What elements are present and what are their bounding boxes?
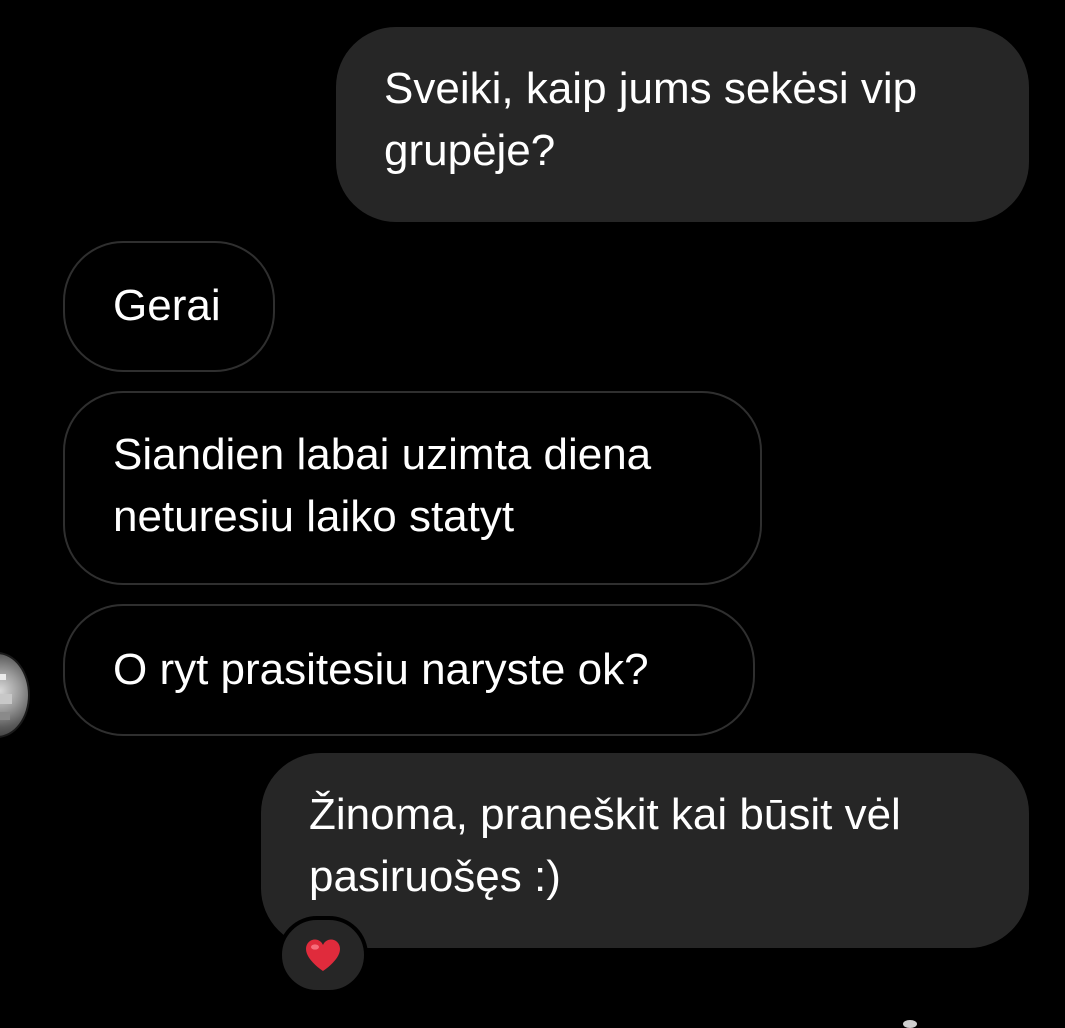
heart-icon: [304, 938, 342, 972]
incoming-message[interactable]: Siandien labai uzimta diena neturesiu la…: [63, 391, 762, 585]
outgoing-message[interactable]: Sveiki, kaip jums sekėsi vip grupėje?: [336, 27, 1029, 222]
incoming-message[interactable]: O ryt prasitesiu naryste ok?: [63, 604, 755, 736]
message-reaction[interactable]: [278, 916, 368, 994]
outgoing-message[interactable]: Žinoma, praneškit kai būsit vėl pasiruoš…: [261, 753, 1029, 948]
incoming-message[interactable]: Gerai: [63, 241, 275, 372]
typing-indicator-edge: [903, 1020, 917, 1028]
avatar[interactable]: [0, 652, 30, 738]
